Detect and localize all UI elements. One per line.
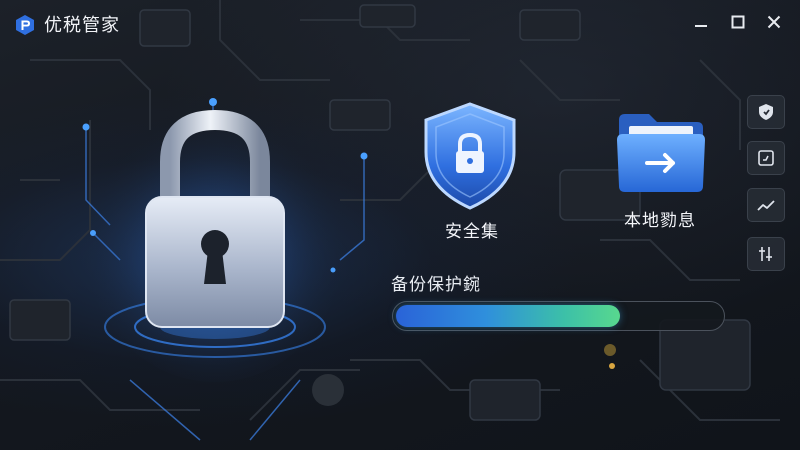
sidebar-report-button[interactable]: [747, 141, 785, 175]
sidebar-trend-button[interactable]: [747, 188, 785, 222]
app-window: 优税管家 安全集 本地勠息 备份保护鋺: [0, 0, 800, 450]
sliders-icon: [759, 247, 772, 261]
close-button[interactable]: [759, 10, 789, 34]
feature-label: 本地勠息: [624, 211, 696, 231]
chart-box-icon: [758, 150, 774, 166]
padlock-illustration: [85, 102, 345, 382]
feature-local-backup[interactable]: 本地勠息: [610, 110, 720, 231]
app-title: 优税管家: [44, 15, 120, 36]
trend-line-icon: [757, 200, 775, 211]
feature-label: 安全集: [445, 222, 499, 242]
sidebar-settings-button[interactable]: [747, 237, 785, 271]
title-bar: 优税管家: [0, 0, 800, 48]
folder-arrow-icon: [617, 114, 705, 192]
close-icon: [767, 15, 781, 29]
app-logo-icon: [16, 15, 34, 35]
shield-lock-icon: [424, 102, 516, 210]
maximize-icon: [731, 15, 745, 29]
progress-bar: [392, 301, 725, 331]
sidebar-shield-button[interactable]: [747, 95, 785, 129]
minimize-button[interactable]: [686, 10, 716, 34]
feature-safe-set[interactable]: 安全集: [418, 100, 522, 245]
maximize-button[interactable]: [723, 10, 753, 34]
progress-fill: [396, 305, 620, 327]
progress-label: 备份保护鋺: [391, 275, 481, 295]
minimize-icon: [695, 25, 707, 27]
shield-icon: [759, 104, 773, 120]
